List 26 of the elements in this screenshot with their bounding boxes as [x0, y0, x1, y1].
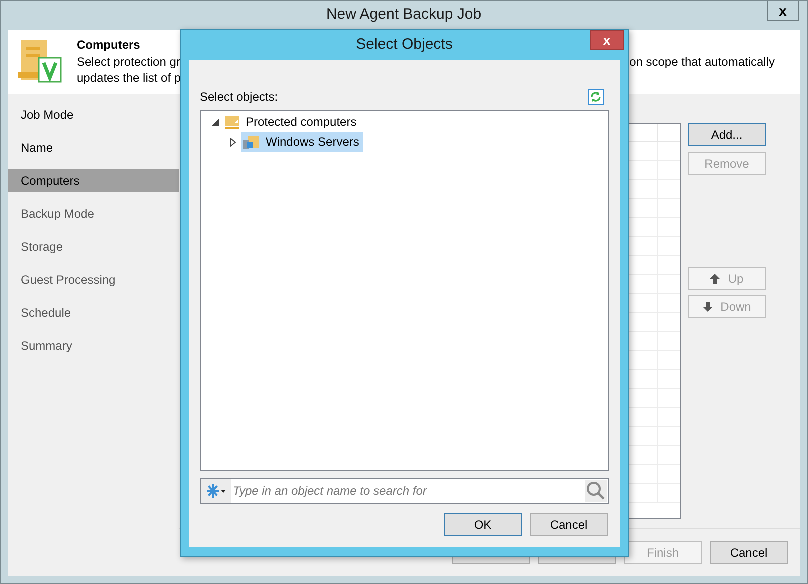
close-button[interactable]: x — [767, 1, 799, 21]
tree-item[interactable]: Windows Servers — [241, 132, 364, 152]
button[interactable]: Add... — [688, 123, 766, 146]
step-item[interactable]: Name — [8, 136, 179, 159]
close-button[interactable]: x — [590, 30, 624, 50]
collapsed-arrow-icon[interactable] — [227, 138, 239, 146]
header-description: Select protection gr — [77, 54, 182, 70]
arrow-down-icon — [702, 302, 713, 312]
button[interactable]: Cancel — [710, 541, 788, 564]
refresh-icon[interactable] — [588, 89, 604, 105]
header-title: Computers — [77, 37, 142, 54]
select-objects-label: Select objects: — [200, 89, 278, 106]
tree-item[interactable]: Protected computers — [223, 112, 361, 132]
search-bar[interactable]: Type in an object name to search for — [200, 478, 609, 504]
search-icon[interactable] — [585, 480, 607, 502]
filter-dropdown-icon[interactable] — [201, 479, 231, 503]
arrow-up-icon — [710, 274, 720, 284]
dialog-button[interactable]: OK — [444, 513, 522, 536]
dialog-button[interactable]: Cancel — [530, 513, 608, 536]
dialog-title: Select Objects — [356, 34, 453, 55]
window-title: New Agent Backup Job — [326, 5, 482, 26]
folder-icon — [224, 114, 240, 130]
server-folder-icon — [242, 134, 260, 150]
header-description: on scope that automatically — [630, 54, 775, 69]
step-item[interactable]: Job Mode — [8, 103, 179, 126]
step-item[interactable]: Computers — [8, 169, 179, 192]
